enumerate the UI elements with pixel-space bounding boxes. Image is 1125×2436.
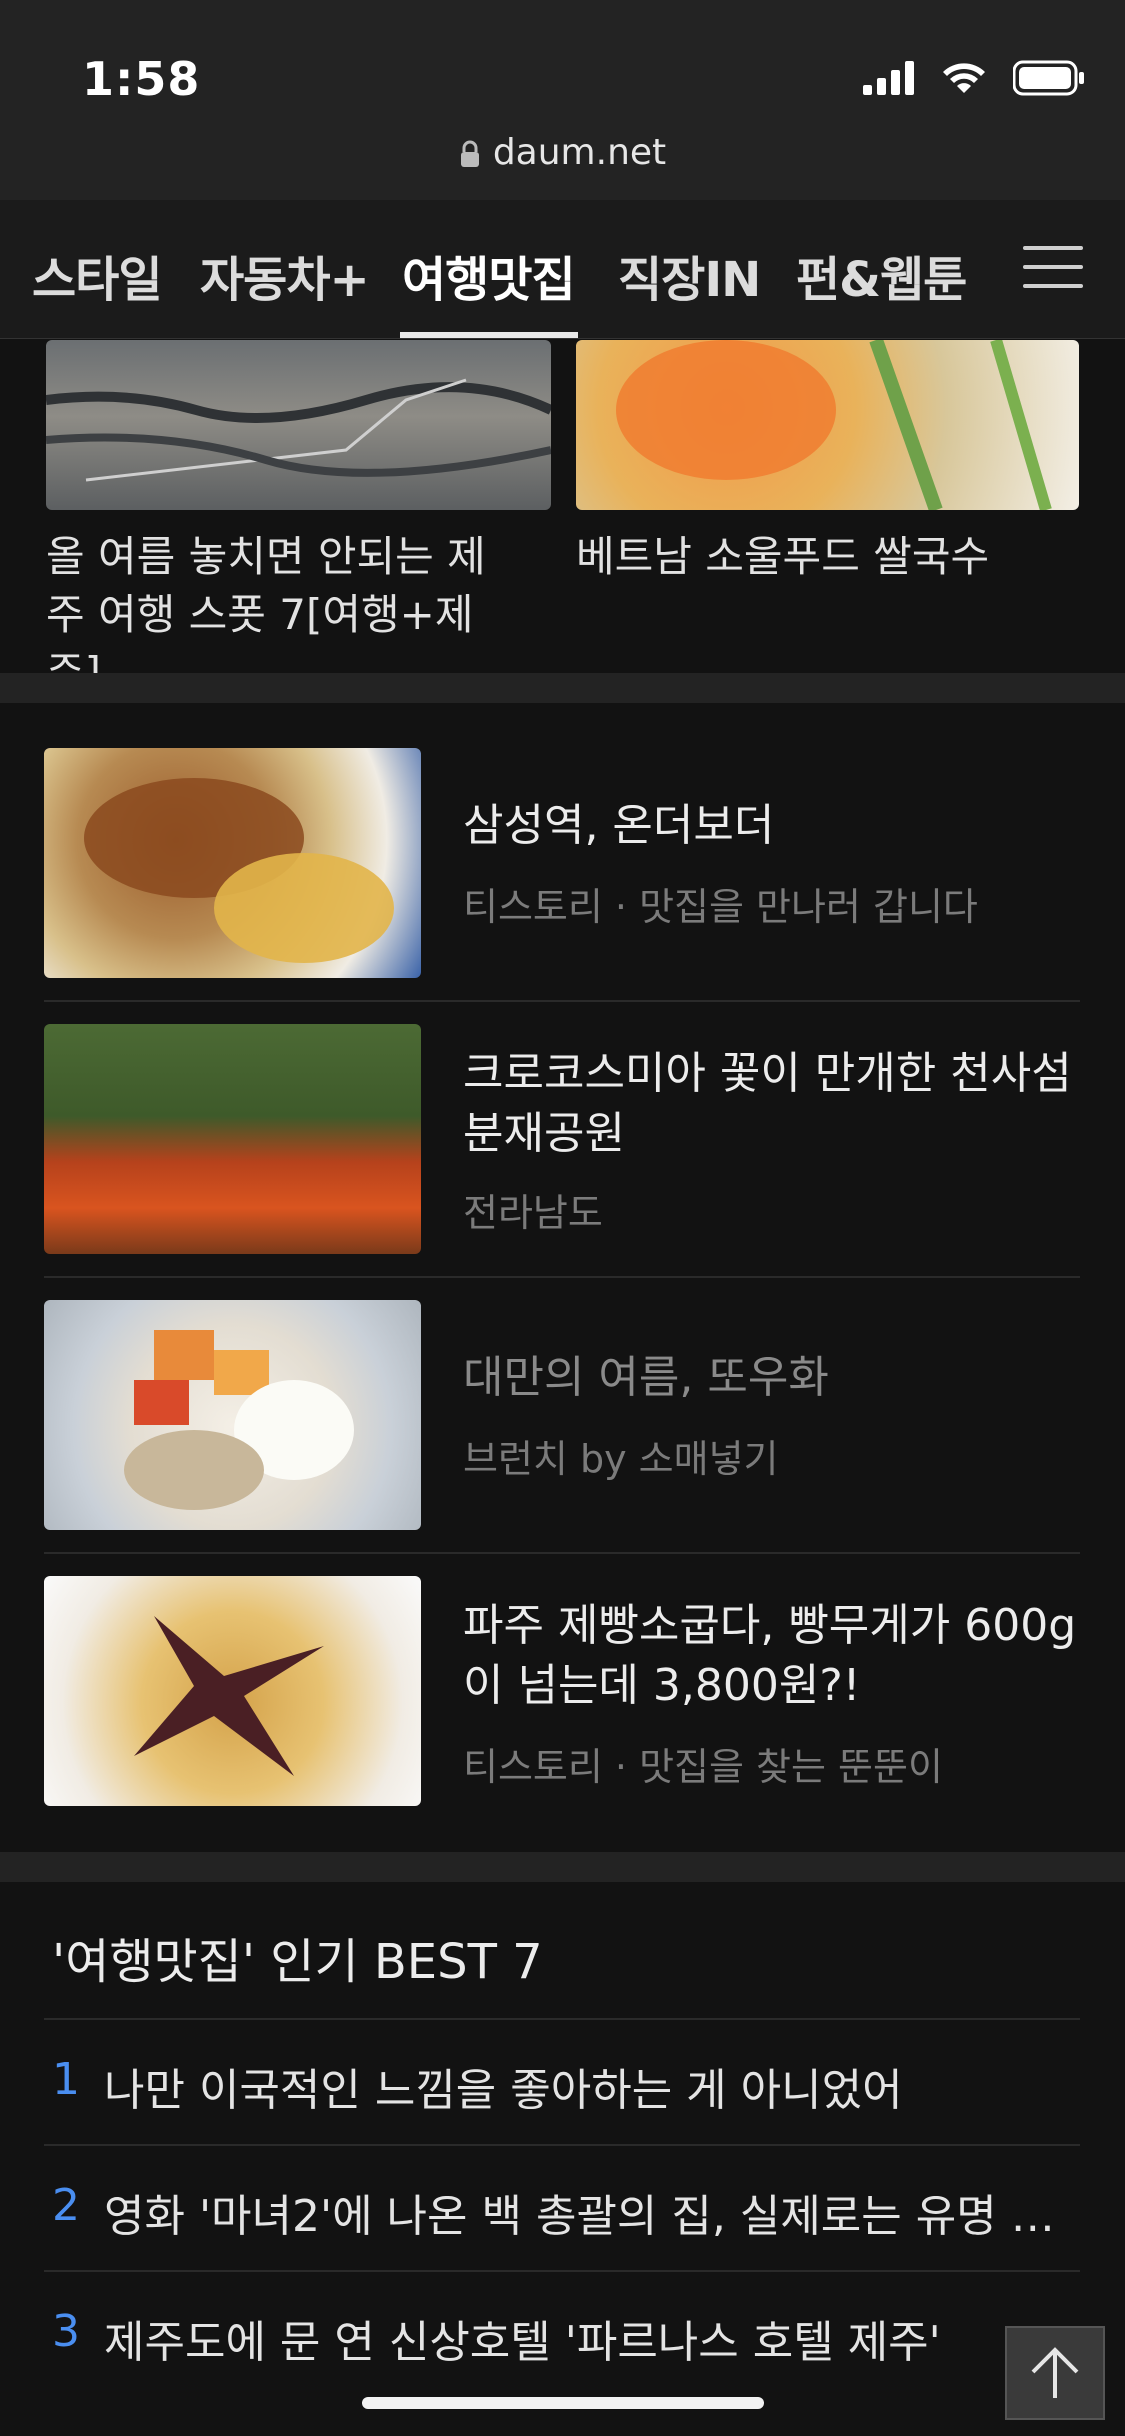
list-item-title[interactable]: 파주 제빵소굽다, 빵무게가 600g이 넘는데 3,800원?! bbox=[463, 1596, 1083, 1716]
list-item-source: 티스토리 · 맛집을 찾는 뚠뚠이 bbox=[463, 1745, 943, 1789]
jeju-thumbnail[interactable] bbox=[46, 340, 551, 510]
rank-number: 2 bbox=[52, 2180, 80, 2231]
row-divider bbox=[44, 2144, 1080, 2146]
home-indicator bbox=[362, 2397, 764, 2409]
list-item-title[interactable]: 대만의 여름, 또우화 bbox=[463, 1348, 1083, 1408]
list-item-title[interactable]: 크로코스미아 꽃이 만개한 천사섬 분재공원 bbox=[463, 1044, 1083, 1164]
item-thumbnail-onthe-border[interactable] bbox=[44, 748, 421, 978]
signal-icon bbox=[863, 61, 914, 95]
section-divider bbox=[0, 1852, 1125, 1882]
tab-travel-food[interactable]: 여행맛집 bbox=[402, 240, 576, 310]
item-thumbnail-bread[interactable] bbox=[44, 1576, 421, 1806]
section-divider bbox=[0, 673, 1125, 703]
wifi-icon bbox=[943, 63, 985, 93]
arrow-up-icon bbox=[1031, 2347, 1079, 2398]
scroll-top-button[interactable] bbox=[1005, 2326, 1105, 2420]
status-bar: 1:58 daum.net bbox=[0, 0, 1125, 200]
item-thumbnail-flowers[interactable] bbox=[44, 1024, 421, 1254]
row-divider bbox=[44, 1000, 1080, 1002]
url-text: daum.net bbox=[492, 132, 667, 173]
row-divider bbox=[44, 2270, 1080, 2272]
tab-style[interactable]: 스타일 bbox=[32, 240, 162, 310]
tab-auto[interactable]: 자동차+ bbox=[200, 240, 370, 310]
row-divider bbox=[44, 1276, 1080, 1278]
menu-icon[interactable] bbox=[1023, 246, 1083, 288]
best-item-link[interactable]: 제주도에 문 연 신상호텔 '파르나스 호텔 제주' bbox=[104, 2306, 984, 2370]
list-item-source: 티스토리 · 맛집을 만나러 갑니다 bbox=[463, 885, 978, 929]
tab-work[interactable]: 직장IN bbox=[618, 240, 761, 310]
best-item-link[interactable]: 영화 '마녀2'에 나온 백 총괄의 집, 실제로는 유명 레스토랑 bbox=[104, 2180, 1064, 2244]
status-icons bbox=[863, 60, 1085, 96]
best-section-title: '여행맛집' 인기 BEST 7 bbox=[52, 1934, 543, 1990]
list-item-source: 브런치 by 소매넣기 bbox=[463, 1437, 779, 1481]
lock-icon bbox=[460, 140, 479, 167]
row-divider bbox=[44, 2018, 1080, 2020]
best-item-link[interactable]: 나만 이국적인 느낌을 좋아하는 게 아니었어 bbox=[104, 2054, 1064, 2118]
battery-icon bbox=[1013, 60, 1084, 96]
pho-thumbnail[interactable] bbox=[576, 340, 1079, 510]
rank-number: 1 bbox=[52, 2054, 80, 2105]
rank-number: 3 bbox=[52, 2306, 80, 2357]
list-item-source: 전라남도 bbox=[463, 1191, 603, 1235]
card-title-pho[interactable]: 베트남 소울푸드 쌀국수 bbox=[576, 528, 1076, 586]
active-tab-indicator bbox=[400, 332, 578, 338]
item-thumbnail-douhua[interactable] bbox=[44, 1300, 421, 1530]
address-bar[interactable]: daum.net bbox=[0, 132, 1125, 173]
category-nav: 스타일 자동차+ 여행맛집 직장IN 펀&웹툰 bbox=[0, 200, 1125, 339]
list-item-title[interactable]: 삼성역, 온더보더 bbox=[463, 796, 1083, 856]
status-time: 1:58 bbox=[82, 52, 201, 106]
tab-fun-webtoon[interactable]: 펀&웹툰 bbox=[796, 240, 967, 310]
row-divider bbox=[44, 1552, 1080, 1554]
